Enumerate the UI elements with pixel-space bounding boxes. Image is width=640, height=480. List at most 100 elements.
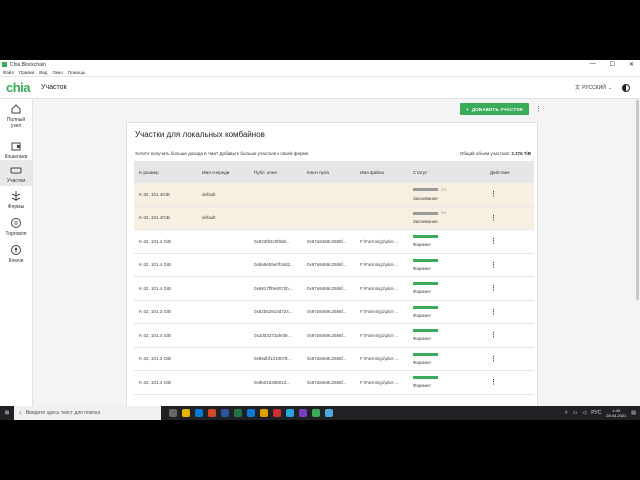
language-selector[interactable]: 文 РУССКИЙ ⌄ <box>575 84 612 92</box>
scrollbar[interactable] <box>636 100 639 300</box>
sidebar-item-wallets[interactable]: Кошельки <box>0 136 32 160</box>
taskbar-search[interactable]: ⌕ Введите здесь текст для поиска <box>14 406 161 420</box>
explorer-icon[interactable] <box>182 409 190 417</box>
sidebar-item-full-node[interactable]: Полный узел <box>0 99 32 136</box>
table-row: K-32, 101.4 GiB 0x922f82c0f9d6... 0x97a946… <box>134 230 534 254</box>
cell-k-size: K-32, 101.4 GiB <box>139 332 172 338</box>
status-progress-bar <box>413 258 438 262</box>
row-actions-icon[interactable]: ⋮ <box>490 191 497 198</box>
status-progress-bar <box>413 188 438 192</box>
cell-status: Фарминг <box>413 329 484 341</box>
taskbar-apps <box>169 409 333 417</box>
header-filename[interactable]: Имя файла <box>360 170 413 175</box>
sidebar-item-farms[interactable]: Фермы <box>0 186 32 213</box>
volume-icon[interactable]: ◁ <box>582 410 586 416</box>
row-actions-icon[interactable]: ⋮ <box>490 332 497 339</box>
yandex-icon[interactable] <box>273 409 281 417</box>
search-icon: ⌕ <box>19 410 22 416</box>
cell-status: Фарминг <box>413 305 484 318</box>
menu-file[interactable]: Файл <box>3 70 14 75</box>
add-plot-button[interactable]: + ДОБАВИТЬ УЧАСТОК <box>460 103 529 115</box>
row-actions-icon[interactable]: ⋮ <box>490 215 497 222</box>
close-button[interactable]: ✕ <box>629 61 634 68</box>
tray-chevron-icon[interactable]: ˄ <box>565 410 568 416</box>
window-controls: — ☐ ✕ <box>590 61 640 68</box>
cell-filename: F:\Farming1\plot-... <box>360 285 399 291</box>
row-actions-icon[interactable]: ⋮ <box>490 379 497 386</box>
status-label: Фарминг <box>413 383 432 389</box>
header-k-size[interactable]: K-размер <box>134 170 202 175</box>
sidebar-item-plots[interactable]: Участки <box>0 160 32 186</box>
table-row: K-32, 101.4 GiB 0x9b018488013... 0x97a9469… <box>134 371 534 395</box>
chia-taskbar-icon[interactable] <box>312 409 320 417</box>
plots-table: K-размер Имя очереди Публ. ключ Ключ пул… <box>134 161 534 395</box>
table-row: K-32, 101.3 GiB 0x86dbf1318078... 0x97a946… <box>134 348 534 371</box>
taskbar: ⊞ ⌕ Введите здесь текст для поиска ˄ ▭ ◁… <box>0 406 640 420</box>
theme-toggle-icon[interactable] <box>622 83 630 92</box>
cell-public-key: 0x922f82c0f9d6... <box>254 238 290 244</box>
table-row: K-32, 101.3 GiB 0x82b62910d724... 0x97a946… <box>134 301 534 324</box>
network-icon[interactable]: ▭ <box>573 410 578 416</box>
more-options-icon[interactable]: ⋮ <box>535 105 542 113</box>
cell-status: Фарминг <box>413 352 484 365</box>
window-title: Chia Blockchain <box>10 61 46 68</box>
store-icon[interactable] <box>195 409 203 417</box>
edge-icon[interactable] <box>247 409 255 417</box>
status-label: Засеивание <box>413 219 438 225</box>
menu-edit[interactable]: Правка <box>19 70 34 75</box>
office-icon[interactable] <box>208 409 216 417</box>
row-actions-icon[interactable]: ⋮ <box>490 356 497 363</box>
header-pool-key[interactable]: Ключ пула <box>307 170 360 175</box>
windows-start-icon[interactable]: ⊞ <box>0 410 14 416</box>
cell-queue: default <box>202 215 216 221</box>
status-label: Фарминг <box>413 336 432 342</box>
sidebar-item-trade[interactable]: Торговля <box>0 213 32 240</box>
cell-status: Фарминг <box>413 258 484 271</box>
maximize-button[interactable]: ☐ <box>610 61 615 68</box>
viber-icon[interactable] <box>299 409 307 417</box>
menu-help[interactable]: Помощь <box>68 70 85 75</box>
header-status[interactable]: Статус <box>413 170 484 175</box>
title-bar: Chia Blockchain — ☐ ✕ <box>0 60 640 69</box>
task-view-icon[interactable] <box>169 409 177 417</box>
status-progress-bar <box>413 235 438 239</box>
telegram-icon[interactable] <box>286 409 294 417</box>
plots-card: Участки для локальных комбайнов Хотите п… <box>126 122 538 412</box>
cell-public-key: 0x6817ff0e8072b... <box>254 285 293 291</box>
cell-public-key: 0x2d03373afe39... <box>254 332 292 338</box>
status-label: Фарминг <box>413 242 432 248</box>
screen: Chia Blockchain — ☐ ✕ Файл Правка Вид Ок… <box>0 0 640 480</box>
app-icon <box>2 62 7 67</box>
status-progress-bar <box>413 305 438 309</box>
card-title: Участки для локальных комбайнов <box>135 130 265 139</box>
row-actions-icon[interactable]: ⋮ <box>490 309 497 316</box>
table-row: K-32, 101.4GiB default 0% Засеивание ⋮ <box>134 206 534 230</box>
sidebar-item-keys[interactable]: Ключи <box>0 240 32 267</box>
tray-language[interactable]: РУС <box>591 410 601 416</box>
status-progress-bar <box>413 211 438 215</box>
plot-actions: + ДОБАВИТЬ УЧАСТОК ⋮ <box>460 103 542 115</box>
table-row: K-32, 101.4 GiB 0x8a8eb5e0f18d2... 0x97a94… <box>134 254 534 277</box>
word-icon[interactable] <box>221 409 229 417</box>
row-actions-icon[interactable]: ⋮ <box>490 262 497 269</box>
status-label: Засеивание <box>413 195 438 201</box>
clock[interactable]: 1:40 28.04.2021 <box>606 408 626 418</box>
excel-icon[interactable] <box>234 409 242 417</box>
page-title: Участок <box>41 84 67 91</box>
header-public-key[interactable]: Публ. ключ <box>254 170 307 175</box>
cell-k-size: K-32, 101.4 GiB <box>139 238 172 244</box>
header-action: Действие <box>490 169 510 175</box>
menu-window[interactable]: Окно <box>52 70 62 75</box>
menu-view[interactable]: Вид <box>39 70 47 75</box>
cell-pool-key: 0x97a9469c2586f... <box>307 309 347 315</box>
row-actions-icon[interactable]: ⋮ <box>490 238 497 245</box>
wallet-icon <box>11 142 21 151</box>
chrome-icon[interactable] <box>260 409 268 417</box>
cell-k-size: K-32, 101.3 GiB <box>139 309 172 315</box>
header-queue[interactable]: Имя очереди <box>202 170 254 175</box>
status-progress-bar <box>413 329 438 333</box>
row-actions-icon[interactable]: ⋮ <box>490 285 497 292</box>
download-icon[interactable] <box>325 409 333 417</box>
notifications-icon[interactable]: ▤ <box>631 410 636 416</box>
minimize-button[interactable]: — <box>590 61 596 68</box>
